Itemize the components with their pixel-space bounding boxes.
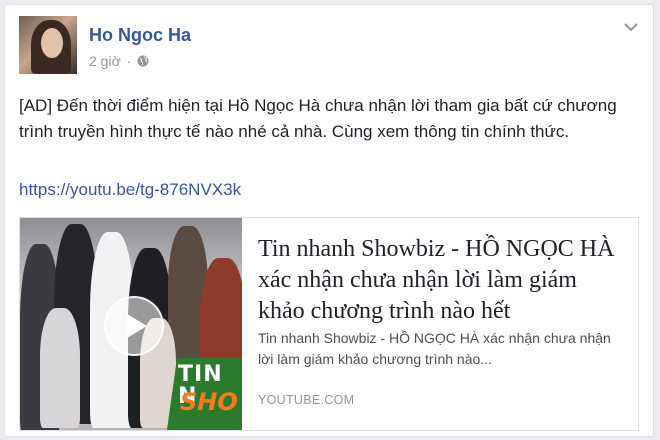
- meta-separator: ·: [126, 53, 132, 69]
- thumbnail-banner-text-2: SHO: [180, 388, 238, 416]
- link-card-title[interactable]: Tin nhanh Showbiz - HỒ NGỌC HÀ xác nhận …: [258, 234, 628, 327]
- avatar-face: [41, 28, 63, 58]
- chevron-down-icon[interactable]: [623, 21, 639, 33]
- play-icon: [127, 314, 147, 338]
- link-card-description: Tin nhanh Showbiz - HỒ NGỌC HÀ xác nhận …: [258, 330, 611, 367]
- post-link[interactable]: https://youtu.be/tg-876NVX3k: [19, 180, 241, 200]
- link-preview-card[interactable]: TIN N SHO Tin nhanh Showbiz - HỒ NGỌC HÀ…: [19, 217, 639, 431]
- post-timestamp[interactable]: 2 giờ: [89, 53, 121, 69]
- thumbnail-figure: [40, 308, 80, 428]
- globe-icon[interactable]: [137, 55, 149, 67]
- avatar[interactable]: [19, 16, 77, 74]
- facebook-post: Ho Ngoc Ha 2 giờ · [AD] Đến thời điểm hi…: [4, 4, 654, 437]
- author-name[interactable]: Ho Ngoc Ha: [89, 25, 191, 46]
- post-meta: 2 giờ ·: [89, 53, 149, 69]
- post-message: [AD] Đến thời điểm hiện tại Hồ Ngọc Hà c…: [19, 96, 617, 141]
- video-thumbnail[interactable]: TIN N SHO: [20, 218, 242, 430]
- link-card-source: YOUTUBE.COM: [258, 393, 355, 407]
- play-button[interactable]: [104, 296, 164, 356]
